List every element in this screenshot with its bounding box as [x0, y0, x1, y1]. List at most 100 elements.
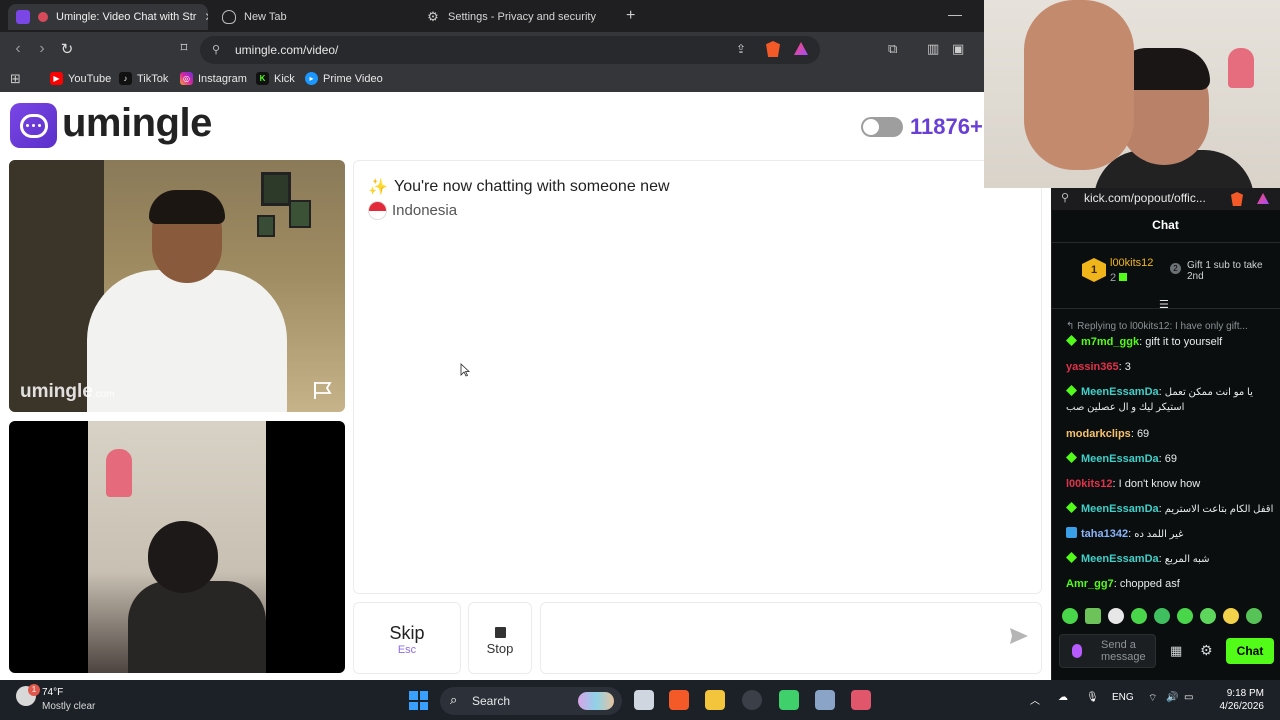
- emote-icon[interactable]: [1223, 608, 1239, 624]
- emote-icon[interactable]: [1246, 608, 1262, 624]
- emote-icon[interactable]: [1085, 608, 1101, 624]
- chat-username[interactable]: MeenEssamDa: [1081, 503, 1159, 515]
- windows-start-icon[interactable]: [409, 691, 428, 710]
- site-settings-icon[interactable]: ⚲: [1061, 191, 1069, 204]
- chat-username[interactable]: MeenEssamDa: [1081, 386, 1159, 398]
- divider: [1051, 242, 1280, 243]
- stop-button[interactable]: Stop: [468, 602, 532, 674]
- chat-username[interactable]: MeenEssamDa: [1081, 553, 1159, 565]
- gift-sub-cta[interactable]: 2 Gift 1 sub to take 2nd: [1170, 260, 1270, 282]
- bookmark-label: TikTok: [137, 72, 169, 85]
- bookmark-icon[interactable]: ⌑: [174, 40, 194, 56]
- wifi-icon[interactable]: ⌔: [1148, 692, 1157, 705]
- bookmark-instagram[interactable]: ◎ Instagram: [180, 72, 247, 85]
- forward-arrow-icon[interactable]: ›: [32, 40, 52, 58]
- mode-toggle[interactable]: [861, 117, 903, 137]
- close-tab-icon[interactable]: ✕: [204, 10, 208, 24]
- apps-grid-icon[interactable]: ⊞: [10, 71, 21, 87]
- bookmark-tiktok[interactable]: ♪ TikTok: [119, 72, 168, 85]
- reload-icon[interactable]: ↻: [57, 40, 77, 58]
- brave-browser-taskbar-icon[interactable]: [669, 690, 689, 710]
- new-tab-icon[interactable]: +: [626, 7, 635, 25]
- chat-settings-gear-icon[interactable]: ⚙: [1200, 642, 1213, 659]
- tab-settings[interactable]: ⚙ Settings - Privacy and security: [418, 4, 618, 30]
- subscriber-badge-icon: [1066, 385, 1077, 396]
- emote-icon[interactable]: [1200, 608, 1216, 624]
- browser-toolbar: ‹ › ↻ ⌑ ⚲ umingle.com/video/ ⇪ ⧉ ▥ ▣: [0, 32, 984, 68]
- chat-username[interactable]: m7md_ggk: [1081, 336, 1139, 348]
- volume-icon[interactable]: 🔊: [1166, 692, 1178, 703]
- chevron-up-icon[interactable]: ︿: [1030, 692, 1040, 707]
- chat-username[interactable]: yassin365: [1066, 361, 1119, 373]
- brave-rewards-icon[interactable]: [794, 42, 808, 55]
- bookmark-kick[interactable]: K Kick: [256, 72, 295, 85]
- kick-message-input[interactable]: Send a message: [1059, 634, 1156, 668]
- emote-icon[interactable]: [1108, 608, 1124, 624]
- tab-umingle[interactable]: Umingle: Video Chat with Str ✕: [8, 4, 208, 30]
- taskbar-time[interactable]: 9:18 PM: [1220, 688, 1264, 699]
- top-gifter-name[interactable]: l00kits12: [1110, 257, 1153, 269]
- settings-app-icon[interactable]: [815, 690, 835, 710]
- back-arrow-icon[interactable]: ‹: [8, 40, 28, 58]
- chat-message: MeenEssamDa: اقفل الكام بتاعت الاستريم: [1066, 502, 1274, 517]
- weather-temperature[interactable]: 74°F: [42, 687, 63, 698]
- chat-message: MeenEssamDa: 69: [1066, 452, 1274, 467]
- emote-icon[interactable]: [1062, 608, 1078, 624]
- battery-icon[interactable]: ▭: [1184, 692, 1193, 703]
- subscriber-badge-icon: [1066, 452, 1077, 463]
- microphone-tray-icon[interactable]: 🎙: [1086, 692, 1099, 703]
- sidebar-toggle-icon[interactable]: ▥: [927, 41, 939, 57]
- obs-icon[interactable]: [742, 690, 762, 710]
- share-icon[interactable]: ⇪: [736, 42, 746, 56]
- taskbar-search[interactable]: ⌕ Search: [440, 687, 622, 715]
- wallet-icon[interactable]: ▣: [952, 41, 964, 57]
- discord-like-app-icon[interactable]: [779, 690, 799, 710]
- tab-new-tab[interactable]: New Tab: [214, 4, 414, 30]
- chat-message: yassin365: 3: [1066, 361, 1131, 373]
- brave-shields-icon[interactable]: [766, 41, 780, 57]
- site-logo-text[interactable]: umingle: [62, 101, 212, 146]
- emote-icon[interactable]: [1154, 608, 1170, 624]
- brave-shields-icon[interactable]: [1231, 192, 1243, 206]
- minimize-window-icon[interactable]: —: [948, 6, 962, 22]
- screenshot-icon[interactable]: ⧉: [888, 41, 897, 57]
- online-user-count: 11876+: [910, 114, 983, 139]
- gift-cta-text: Gift 1 sub to take 2nd: [1187, 260, 1263, 282]
- chat-username[interactable]: Amr_gg7: [1066, 578, 1114, 590]
- video-app-icon[interactable]: [851, 690, 871, 710]
- cloud-icon[interactable]: ☁: [1058, 692, 1068, 703]
- chat-username[interactable]: modarkclips: [1066, 428, 1131, 440]
- emote-icon[interactable]: [1131, 608, 1147, 624]
- language-indicator[interactable]: ENG: [1112, 692, 1134, 703]
- emote-icon[interactable]: [1177, 608, 1193, 624]
- chat-text: 69: [1136, 428, 1150, 440]
- store-icon[interactable]: ▦: [1170, 643, 1182, 659]
- chat-username[interactable]: l00kits12: [1066, 478, 1112, 490]
- send-icon[interactable]: [1009, 627, 1029, 645]
- taskbar-date[interactable]: 4/26/2026: [1212, 701, 1265, 712]
- bookmark-youtube[interactable]: ▶ YouTube: [50, 72, 111, 85]
- chat-text: 69: [1164, 453, 1178, 465]
- site-settings-icon[interactable]: ⚲: [212, 43, 220, 56]
- message-input[interactable]: [551, 613, 1001, 663]
- search-icon: ⌕: [450, 692, 458, 707]
- address-bar[interactable]: ⚲ umingle.com/video/ ⇪: [200, 36, 820, 64]
- watermark-text: umingle: [20, 381, 93, 402]
- bookmark-label: Instagram: [198, 72, 247, 85]
- brave-shield-icon: [222, 10, 236, 24]
- report-flag-icon[interactable]: [312, 380, 334, 400]
- brave-rewards-icon[interactable]: [1257, 193, 1269, 204]
- chat-username[interactable]: taha1342: [1081, 528, 1128, 540]
- bookmark-prime-video[interactable]: ▸ Prime Video: [305, 72, 383, 85]
- send-chat-button[interactable]: Chat: [1226, 638, 1274, 664]
- youtube-icon: ▶: [50, 72, 63, 85]
- collapse-leaderboard-icon[interactable]: ☰: [1159, 298, 1169, 311]
- skip-button[interactable]: Skip Esc: [353, 602, 461, 674]
- chat-text: gift it to yourself: [1145, 336, 1223, 348]
- weather-description[interactable]: Mostly clear: [42, 701, 95, 712]
- microphone-icon[interactable]: [1072, 644, 1082, 658]
- file-explorer-icon[interactable]: [705, 690, 725, 710]
- umingle-logo-icon[interactable]: [10, 103, 57, 148]
- chat-username[interactable]: MeenEssamDa: [1081, 453, 1159, 465]
- task-view-icon[interactable]: [634, 690, 654, 710]
